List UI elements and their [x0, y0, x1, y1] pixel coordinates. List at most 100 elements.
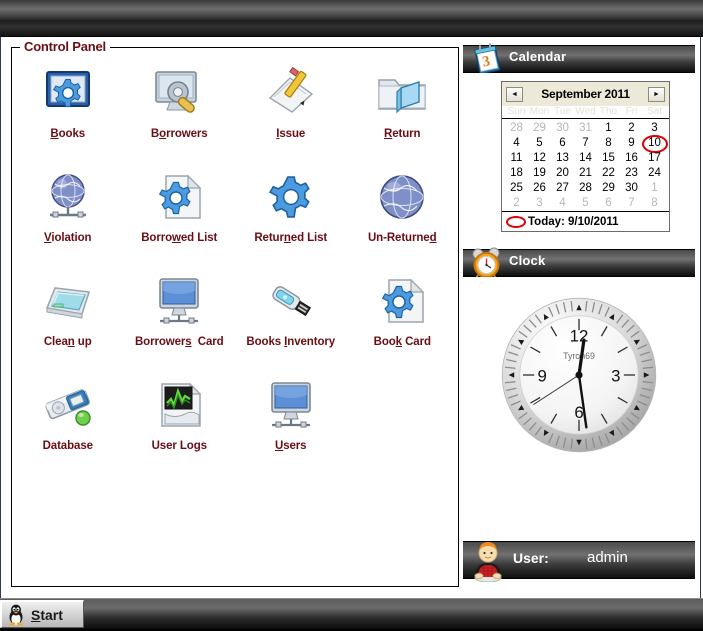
- calendar-day-name: Wed: [575, 106, 596, 117]
- calendar-day-cell[interactable]: 5: [528, 136, 551, 151]
- control-panel-item-violation[interactable]: Violation: [12, 162, 124, 266]
- clock-panel-body: 12 3 6 9 Tyron69: [463, 277, 695, 541]
- control-panel-item-label: Borrowers: [150, 128, 208, 140]
- user-label: User:: [513, 550, 549, 566]
- control-panel-title: Control Panel: [20, 39, 110, 54]
- clock-brand-label: Tyron69: [563, 351, 595, 361]
- taskbar: Start: [0, 598, 703, 629]
- clock-numeral-12: 12: [570, 326, 589, 345]
- calendar-day-cell[interactable]: 29: [597, 181, 620, 196]
- start-button-label: Start: [31, 606, 63, 623]
- calendar-day-cell[interactable]: 23: [620, 166, 643, 181]
- calendar-header: ◄ September 2011 ►: [502, 82, 669, 106]
- calendar-day-cell[interactable]: 30: [620, 181, 643, 196]
- today-marker-icon: [506, 215, 526, 228]
- calendar-day-cell[interactable]: 1: [643, 181, 666, 196]
- calendar-day-cell[interactable]: 2: [505, 196, 528, 211]
- calendar-day-cell[interactable]: 7: [574, 136, 597, 151]
- calendar-day-cell[interactable]: 3: [528, 196, 551, 211]
- calendar-day-name: Sat: [646, 106, 662, 117]
- calendar-day-cell[interactable]: 28: [505, 121, 528, 136]
- calendar-day-name: Mon: [529, 106, 550, 117]
- control-panel-item-borrowers-card[interactable]: Borrowers Card: [124, 266, 236, 370]
- control-panel-item-books[interactable]: Books: [12, 58, 124, 162]
- calendar-day-cell[interactable]: 30: [551, 121, 574, 136]
- control-panel-item-issue[interactable]: Issue: [235, 58, 347, 162]
- user-avatar-icon: [467, 538, 509, 583]
- control-panel-item-borrowers[interactable]: Borrowers: [124, 58, 236, 162]
- calendar-day-cell[interactable]: 18: [505, 166, 528, 181]
- control-panel-item-label: Violation: [44, 232, 92, 244]
- monitor-wrench-icon: [152, 66, 206, 120]
- calendar-next-button[interactable]: ►: [648, 86, 665, 102]
- chart-document-icon: [152, 378, 206, 432]
- control-panel-item-users[interactable]: Users: [235, 370, 347, 474]
- calendar-day-cell[interactable]: 20: [551, 166, 574, 181]
- clock-panel-title: Clock: [509, 253, 546, 268]
- calendar-day-cell[interactable]: 15: [597, 151, 620, 166]
- calendar-day-cell[interactable]: 22: [597, 166, 620, 181]
- calendar-panel-title: Calendar: [509, 49, 567, 64]
- control-panel-item-books-inventory[interactable]: Books Inventory: [235, 266, 347, 370]
- control-panel-item-borrowed-list[interactable]: Borrowed List: [124, 162, 236, 266]
- calendar-day-cell[interactable]: 26: [528, 181, 551, 196]
- calendar-day-cell[interactable]: 27: [551, 181, 574, 196]
- calendar-today-text: Today: 9/10/2011: [528, 215, 619, 228]
- clock-numeral-3: 3: [611, 366, 620, 385]
- control-panel-item-database[interactable]: Database: [12, 370, 124, 474]
- calendar-day-cell[interactable]: 29: [528, 121, 551, 136]
- control-panel-item-return[interactable]: Return: [347, 58, 459, 162]
- calendar-day-cell[interactable]: 25: [505, 181, 528, 196]
- calendar-today-row: Today: 9/10/2011: [502, 211, 669, 231]
- calendar-day-grid[interactable]: 28 29 30 31 1 2 3 4 5 6 7 8 9 10 11 12 13 14 15 16 17 18 19 20 2…: [502, 119, 669, 211]
- control-panel-item-label: Database: [42, 440, 93, 452]
- calendar-panel-header: 3 Calendar: [463, 43, 695, 75]
- calendar-day-cell[interactable]: 5: [574, 196, 597, 211]
- right-sidebar: 3 Calendar ◄ September 2011 ► Sun Mon Tue W…: [463, 43, 695, 590]
- window-body: Control Panel Books Borrowers Issue Retu…: [0, 37, 701, 599]
- calendar-day-cell[interactable]: 12: [528, 151, 551, 166]
- control-panel-item-label: Un-Returned: [367, 232, 437, 244]
- calendar-day-cell[interactable]: 19: [528, 166, 551, 181]
- tux-linux-icon: [6, 604, 26, 626]
- control-panel-item-label: Book Card: [373, 336, 431, 348]
- calendar-day-cell[interactable]: 4: [505, 136, 528, 151]
- calendar-day-cell[interactable]: 8: [643, 196, 666, 211]
- calendar-day-cell[interactable]: 8: [597, 136, 620, 151]
- calendar-day-cell[interactable]: 6: [597, 196, 620, 211]
- monitor-network-icon: [152, 274, 206, 328]
- control-panel-item-book-card[interactable]: Book Card: [347, 266, 459, 370]
- calendar-today-cell[interactable]: 10: [643, 136, 666, 151]
- control-panel-item-clean-up[interactable]: Clean up: [12, 266, 124, 370]
- control-panel-item-label: Clean up: [43, 336, 92, 348]
- calendar-day-cell[interactable]: 21: [574, 166, 597, 181]
- calendar-day-cell[interactable]: 13: [551, 151, 574, 166]
- calendar-day-cell[interactable]: 7: [620, 196, 643, 211]
- start-button[interactable]: Start: [0, 600, 84, 628]
- control-panel-item-label: Borrowed List: [141, 232, 218, 244]
- calendar-day-cell[interactable]: 28: [574, 181, 597, 196]
- calendar-day-cell[interactable]: 17: [643, 151, 666, 166]
- tablet-icon: [41, 274, 95, 328]
- calendar-day-cell[interactable]: 6: [551, 136, 574, 151]
- control-panel-item-label: Users: [275, 440, 307, 452]
- calendar-day-cell[interactable]: 24: [643, 166, 666, 181]
- usb-drive-icon: [264, 274, 318, 328]
- control-panel-item-returned-list[interactable]: Returned List: [235, 162, 347, 266]
- calendar-day-cell[interactable]: 2: [620, 121, 643, 136]
- calendar-day-cell[interactable]: 1: [597, 121, 620, 136]
- calendar-day-cell[interactable]: 4: [551, 196, 574, 211]
- control-panel-item-un-returned[interactable]: Un-Returned: [347, 162, 459, 266]
- calendar-prev-button[interactable]: ◄: [506, 86, 523, 102]
- clock-center-cap: [575, 371, 583, 379]
- calendar-day-cell[interactable]: 11: [505, 151, 528, 166]
- calendar-day-cell[interactable]: 14: [574, 151, 597, 166]
- calendar-day-cell[interactable]: 9: [620, 136, 643, 151]
- calendar-day-cell[interactable]: 16: [620, 151, 643, 166]
- calendar-day-cell[interactable]: 31: [574, 121, 597, 136]
- control-panel-item-user-logs[interactable]: User Logs: [124, 370, 236, 474]
- calendar-panel-body: ◄ September 2011 ► Sun Mon Tue Wed Tho Fri Sat…: [463, 73, 695, 249]
- control-panel-item-label: Books Inventory: [246, 336, 336, 348]
- calendar-day-name: Fri: [625, 106, 638, 117]
- calendar-widget[interactable]: ◄ September 2011 ► Sun Mon Tue Wed Tho Fri Sat…: [501, 81, 670, 232]
